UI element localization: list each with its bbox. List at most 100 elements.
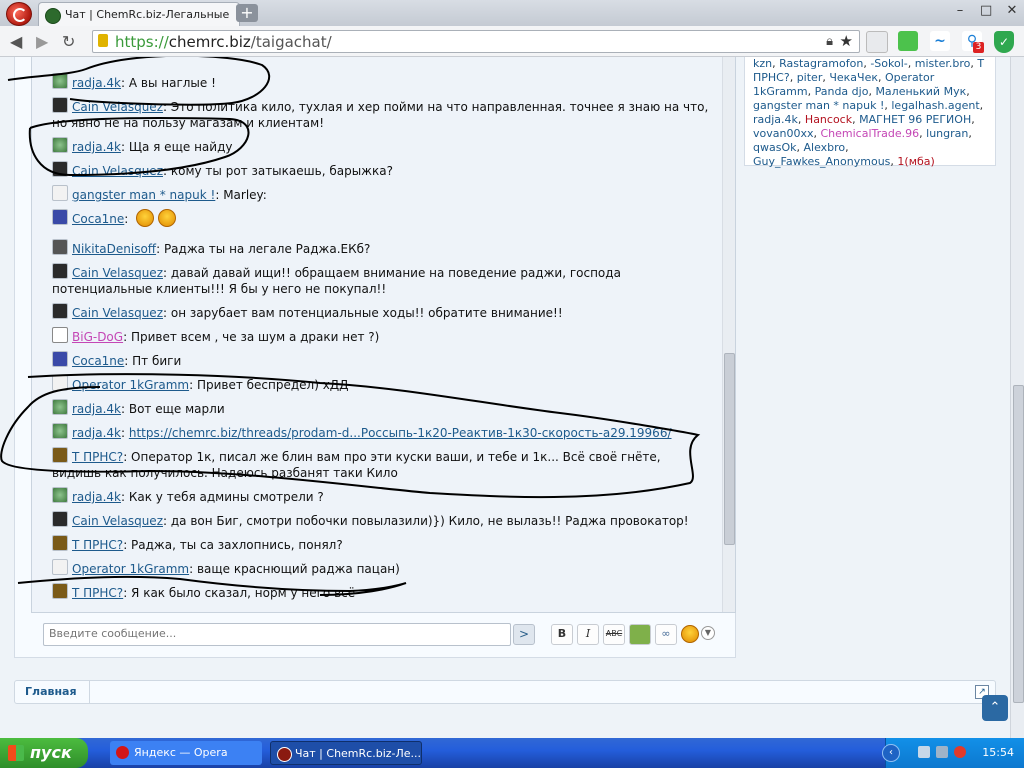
message-username[interactable]: radja.4k [72, 426, 121, 440]
message-username[interactable]: Coca1ne [72, 212, 124, 226]
avatar[interactable] [52, 535, 68, 551]
avatar[interactable] [52, 447, 68, 463]
opera-tray-icon[interactable] [954, 746, 966, 758]
scroll-to-top-button[interactable]: ⌃ [982, 695, 1008, 721]
online-user[interactable]: mister.bro [915, 57, 971, 70]
smiley-picker-icon[interactable] [681, 625, 699, 643]
new-tab-button[interactable]: + [236, 4, 258, 22]
message-username[interactable]: gangster man * napuk ! [72, 188, 215, 202]
avatar[interactable] [52, 487, 68, 503]
browser-tab[interactable]: Чат | ChemRc.biz-Легальные [38, 2, 240, 27]
page-scrollbar-thumb[interactable] [1013, 385, 1024, 703]
page-scrollbar[interactable] [1010, 57, 1024, 738]
maximize-button[interactable]: □ [980, 3, 992, 18]
message-username[interactable]: radja.4k [72, 140, 121, 154]
online-user[interactable]: gangster man * napuk ! [753, 99, 884, 112]
avatar[interactable] [52, 209, 68, 225]
taskbar-item-opera[interactable]: Яндекс — Opera [110, 741, 262, 765]
avatar[interactable] [52, 185, 68, 201]
shield-extension-icon[interactable]: ✓ [994, 31, 1014, 53]
online-user[interactable]: Rastagramofon [779, 57, 863, 70]
message-username[interactable]: Operator 1kGramm [72, 378, 189, 392]
insert-image-icon[interactable] [629, 624, 651, 645]
online-user[interactable]: legalhash.agent [891, 99, 979, 112]
chat-message-list[interactable]: radja.4k: А вы наглые ! Cain Velasquez: Э… [31, 57, 736, 613]
message-username[interactable]: Т ПРНС? [72, 538, 123, 552]
start-button[interactable]: пуск [0, 738, 88, 768]
online-user[interactable]: lungran [926, 127, 968, 140]
message-username[interactable]: NikitaDenisoff [72, 242, 156, 256]
avatar[interactable] [52, 137, 68, 153]
online-user[interactable]: ChemicalTrade.96 [820, 127, 919, 140]
message-username[interactable]: Cain Velasquez [72, 266, 163, 280]
online-user[interactable]: vovan00xx [753, 127, 813, 140]
online-user[interactable]: Guy_Fawkes_Anonymous [753, 155, 890, 168]
message-username[interactable]: radja.4k [72, 402, 121, 416]
message-username[interactable]: radja.4k [72, 490, 121, 504]
network-extension-icon[interactable]: ⚲ 3 [962, 31, 984, 53]
avatar[interactable] [52, 303, 68, 319]
italic-button[interactable]: I [577, 624, 599, 645]
avatar[interactable] [52, 511, 68, 527]
avatar[interactable] [52, 97, 68, 113]
message-username[interactable]: Cain Velasquez [72, 164, 163, 178]
online-user[interactable]: -Sokol- [870, 57, 907, 70]
minimize-button[interactable]: – [954, 3, 966, 18]
forward-arrow-icon[interactable]: ▶ [36, 32, 48, 51]
message-username[interactable]: Т ПРНС? [72, 586, 123, 600]
online-user[interactable]: ЧекаЧек [829, 71, 878, 84]
online-user[interactable]: Alexbro [803, 141, 845, 154]
network-tray-icon[interactable] [918, 746, 930, 758]
message-username[interactable]: radja.4k [72, 76, 121, 90]
message-username[interactable]: Т ПРНС? [72, 450, 123, 464]
avatar[interactable] [52, 351, 68, 367]
avatar[interactable] [52, 583, 68, 599]
avatar[interactable] [52, 239, 68, 255]
avatar[interactable] [52, 73, 68, 89]
online-user[interactable]: piter [797, 71, 823, 84]
avatar[interactable] [52, 263, 68, 279]
strikethrough-button[interactable]: ABC [603, 624, 625, 645]
browser-menu-button[interactable] [6, 2, 32, 26]
reload-icon[interactable]: ↻ [62, 32, 75, 51]
send-button[interactable]: > [513, 624, 535, 645]
avatar[interactable] [52, 161, 68, 177]
address-bar[interactable]: https://chemrc.biz/taigachat/ 🔒︎ ★ [92, 30, 860, 53]
online-user[interactable]: Panda djo [815, 85, 869, 98]
back-arrow-icon[interactable]: ◀ [10, 32, 22, 51]
online-user[interactable]: qwasOk [753, 141, 796, 154]
message-username[interactable]: Cain Velasquez [72, 100, 163, 114]
online-user[interactable]: МАГНЕТ 96 РЕГИОН [859, 113, 971, 126]
chevron-down-icon[interactable]: ▼ [701, 626, 715, 640]
avatar[interactable] [52, 375, 68, 391]
online-user[interactable]: radja.4k [753, 113, 798, 126]
chat-scrollbar[interactable] [722, 57, 735, 612]
online-user[interactable]: kzn [753, 57, 772, 70]
taskbar-item-chat[interactable]: Чат | ChemRc.biz-Ле... [270, 741, 422, 765]
tray-expand-icon[interactable]: ‹ [882, 744, 900, 762]
message-input[interactable] [44, 624, 509, 643]
chat-scrollbar-thumb[interactable] [724, 353, 735, 545]
avatar[interactable] [52, 327, 68, 343]
bookmark-star-icon[interactable]: ★ [840, 32, 853, 50]
avatar[interactable] [52, 399, 68, 415]
online-user[interactable]: Hancock [805, 113, 852, 126]
puzzle-extension-icon[interactable] [898, 31, 918, 51]
message-username[interactable]: Coca1ne [72, 354, 124, 368]
breadcrumb-home-link[interactable]: Главная [15, 681, 90, 703]
insert-link-icon[interactable]: ∞ [655, 624, 677, 645]
url-text[interactable]: https://chemrc.biz/taigachat/ [115, 33, 332, 51]
close-button[interactable]: ✕ [1006, 3, 1018, 18]
message-link[interactable]: https://chemrc.biz/threads/prodam-d...Ро… [129, 426, 672, 440]
online-user[interactable]: Маленький Мук [875, 85, 966, 98]
avatar[interactable] [52, 423, 68, 439]
bold-button[interactable]: B [551, 624, 573, 645]
speaker-tray-icon[interactable] [936, 746, 948, 758]
message-username[interactable]: Cain Velasquez [72, 306, 163, 320]
download-extension-icon[interactable] [866, 31, 888, 53]
wave-extension-icon[interactable]: ~ [930, 31, 950, 51]
message-username[interactable]: Operator 1kGramm [72, 562, 189, 576]
avatar[interactable] [52, 559, 68, 575]
message-username[interactable]: BiG-DoG [72, 330, 123, 344]
lock-icon[interactable]: 🔒︎ [826, 34, 833, 49]
